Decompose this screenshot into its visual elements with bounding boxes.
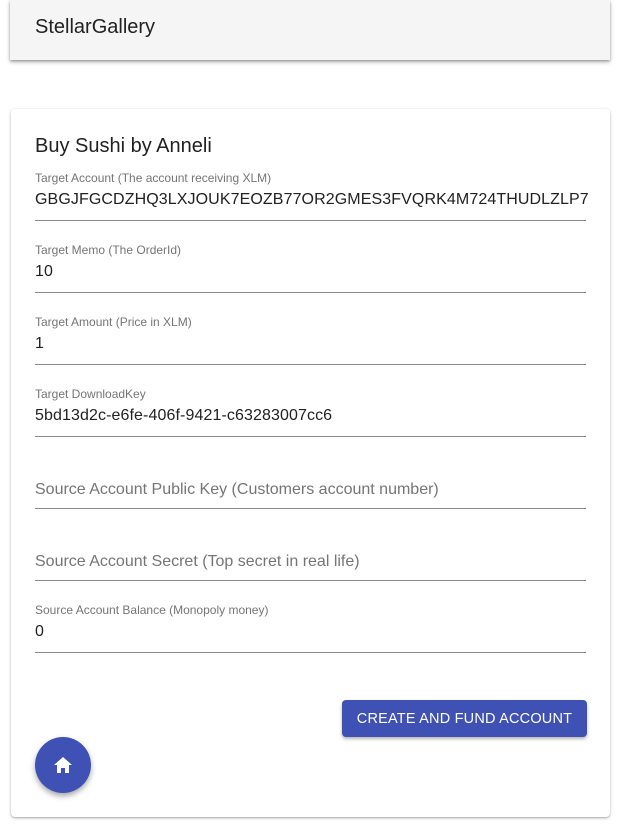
- home-icon: [54, 757, 72, 773]
- field-value[interactable]: 10: [35, 263, 53, 281]
- field-label: Target DownloadKey: [35, 387, 146, 401]
- field-label: Source Account Balance (Monopoly money): [35, 603, 269, 617]
- field-placeholder: Source Account Secret (Top secret in rea…: [35, 553, 360, 570]
- home-button[interactable]: [35, 737, 91, 793]
- purchase-card: Buy Sushi by Anneli Target Account (The …: [11, 109, 610, 817]
- field-label: Target Account (The account receiving XL…: [35, 171, 272, 185]
- card-title: Buy Sushi by Anneli: [35, 135, 212, 157]
- target-downloadkey-field[interactable]: Target DownloadKey 5bd13d2c-e6fe-406f-94…: [35, 384, 586, 437]
- field-label: Target Amount (Price in XLM): [35, 315, 192, 329]
- target-amount-field[interactable]: Target Amount (Price in XLM) 1: [35, 312, 586, 365]
- target-memo-field[interactable]: Target Memo (The OrderId) 10: [35, 240, 586, 293]
- field-placeholder: Source Account Public Key (Customers acc…: [35, 481, 439, 498]
- field-label: Target Memo (The OrderId): [35, 243, 182, 257]
- field-value[interactable]: 5bd13d2c-e6fe-406f-9421-c63283007cc6: [35, 407, 332, 425]
- app-title: StellarGallery: [35, 16, 156, 38]
- field-value[interactable]: 0: [35, 623, 44, 641]
- create-and-fund-account-button[interactable]: CREATE AND FUND ACCOUNT: [342, 700, 587, 737]
- source-secret-input[interactable]: Source Account Secret (Top secret in rea…: [35, 528, 586, 581]
- source-balance-field[interactable]: Source Account Balance (Monopoly money) …: [35, 600, 586, 653]
- field-value[interactable]: 1: [35, 335, 44, 353]
- app-bar: StellarGallery: [10, 0, 610, 60]
- field-value[interactable]: GBGJFGCDZHQ3LXJOUK7EOZB77OR2GMES3FVQRK4M…: [35, 191, 589, 209]
- source-public-key-input[interactable]: Source Account Public Key (Customers acc…: [35, 456, 586, 509]
- target-account-field[interactable]: Target Account (The account receiving XL…: [35, 168, 589, 221]
